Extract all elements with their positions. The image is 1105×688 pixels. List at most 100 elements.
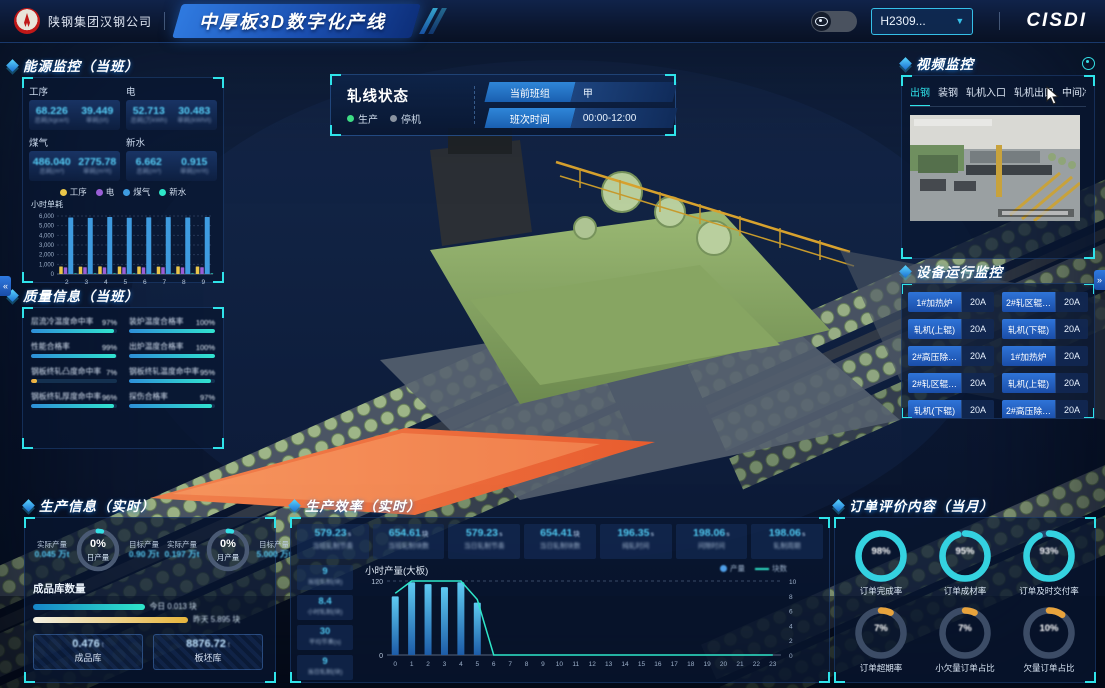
equipment-cell-4: 2#高压除…20A <box>908 346 994 366</box>
corner-bracket <box>290 517 301 528</box>
cisdi-logo: CISDI <box>1026 10 1087 32</box>
energy-value: 39.449 <box>75 105 121 117</box>
stat-value: 579.23s <box>448 527 520 539</box>
gauge-ring: 0%月产量 <box>204 526 252 574</box>
actual-label: 实际产量 <box>163 540 201 550</box>
equipment-label: 轧机(上辊) <box>908 319 961 339</box>
legend-item: 块数 <box>755 563 787 574</box>
svg-text:8: 8 <box>789 594 793 601</box>
video-tab-3[interactable]: 轧机出口 <box>1014 84 1054 102</box>
svg-text:2: 2 <box>789 638 793 645</box>
corner-bracket <box>665 74 676 85</box>
svg-text:22: 22 <box>753 661 761 668</box>
visibility-toggle[interactable] <box>811 11 857 32</box>
video-tab-0[interactable]: 出钢 <box>910 84 930 107</box>
efficiency-stat-1: 654.61块当班轧制块数 <box>373 524 445 559</box>
legend-dot <box>123 189 130 196</box>
energy-group-title: 电 <box>126 84 217 98</box>
donut-value: 95% <box>923 546 1007 557</box>
svg-text:14: 14 <box>621 661 629 668</box>
quality-bar-fill <box>129 329 215 333</box>
line-status-legend: 生产停机 <box>347 111 462 126</box>
camera-target-icon[interactable] <box>1082 57 1095 70</box>
quality-item-7: 探伤合格率97% <box>129 391 215 408</box>
corner-bracket <box>834 672 845 683</box>
svg-text:6: 6 <box>492 661 496 668</box>
svg-text:6: 6 <box>143 279 147 286</box>
corner-bracket <box>1085 517 1096 528</box>
hourly-output-chart-zone: 小时产量(大板) 产量块数 01200246810012345678910111… <box>361 565 823 680</box>
plan-select-dropdown[interactable]: H2309... ▼ <box>871 8 973 35</box>
svg-text:1: 1 <box>410 661 414 668</box>
quality-item-1: 装炉温度合格率100% <box>129 316 215 333</box>
legend-line <box>755 568 769 570</box>
gauge-percent: 0% <box>204 538 252 550</box>
hourly-chart-title: 小时产量(大板) <box>365 563 428 577</box>
corner-bracket <box>901 248 912 259</box>
order-donuts-bottom: 7%订单超期率7%小欠量订单占比10%欠量订单占比 <box>839 605 1091 676</box>
energy-group-1: 电52.713总耗(万kWh)30.483单耗(kWh/t) <box>126 84 217 130</box>
eye-icon <box>815 17 828 26</box>
energy-unit: 单耗(t/t) <box>75 117 121 124</box>
status-legend-item: 停机 <box>390 111 421 126</box>
energy-group-2: 煤气486.040总耗(m³)2775.78单耗(m³/t) <box>29 135 120 181</box>
target-value: 0.90 万t <box>125 549 163 560</box>
video-panel: 视频监控 出钢装钢轧机入口轧机出口中间冷电动辊 <box>901 54 1095 259</box>
status-dot <box>347 115 354 122</box>
equipment-label: 2#高压除… <box>908 346 961 366</box>
svg-text:17: 17 <box>671 661 679 668</box>
quality-item-5: 钢板终轧温度命中率95% <box>129 366 215 383</box>
energy-value: 2775.78 <box>75 156 121 168</box>
svg-text:7: 7 <box>162 279 166 286</box>
corner-bracket <box>1085 672 1096 683</box>
warehouse-stats: 0.476t成品库8876.72t板坯库 <box>33 634 267 670</box>
inventory-bar-label: 今日 0.013 块 <box>150 601 197 612</box>
svg-text:1,000: 1,000 <box>39 262 55 268</box>
svg-text:2,000: 2,000 <box>39 253 55 259</box>
shift-row-0: 当前班组甲 <box>485 82 678 102</box>
panel-title: 订单评价内容（当月） <box>849 495 994 515</box>
quality-label: 层流冷温度命中率 <box>31 316 93 327</box>
side-stat-3: 9当日轧制(块) <box>297 655 353 680</box>
stat-label: 当日轧制节奏 <box>448 540 520 550</box>
store-label: 成品库 <box>34 651 142 664</box>
corner-bracket <box>1084 75 1095 86</box>
corner-bracket <box>819 672 830 683</box>
equipment-value: 20A <box>1055 346 1088 366</box>
svg-text:10: 10 <box>556 661 564 668</box>
left-collapse-handle[interactable]: « <box>0 276 11 296</box>
camera-feed[interactable] <box>910 115 1080 221</box>
corner-bracket <box>290 672 301 683</box>
corner-bracket <box>213 77 224 88</box>
stat-value: 654.41块 <box>524 527 596 539</box>
production-gauge-1: 实际产量0.197 万t0%月产量目标产量5.000 万t <box>163 526 293 574</box>
side-stat-2: 30平均节奏(s) <box>297 625 353 650</box>
company-logo-icon <box>14 8 40 34</box>
legend-dot <box>60 189 67 196</box>
order-donuts-top: 98%订单完成率95%订单成材率93%订单及时交付率 <box>839 528 1091 599</box>
quality-bar-fill <box>31 379 37 383</box>
quality-label: 钢板终轧温度命中率 <box>129 366 199 377</box>
inventory-bar-fill <box>33 604 145 610</box>
quality-bar-fill <box>129 404 212 408</box>
energy-value: 0.915 <box>172 156 218 168</box>
legend-dot <box>96 189 103 196</box>
video-tab-2[interactable]: 轧机入口 <box>966 84 1006 102</box>
svg-text:11: 11 <box>572 661 579 668</box>
video-tab-4[interactable]: 中间冷 <box>1062 84 1086 102</box>
target-label: 目标产量 <box>125 540 163 550</box>
shift-info: 当前班组甲班次时间00:00-12:00 <box>487 82 675 128</box>
order-donut-top-1: 95%订单成材率 <box>923 528 1007 599</box>
svg-text:4: 4 <box>459 661 463 668</box>
quality-bar-fill <box>129 354 215 358</box>
right-collapse-handle[interactable]: » <box>1094 270 1105 290</box>
quality-item-0: 层流冷温度命中率97% <box>31 316 117 333</box>
side-stat-label: 小时轧制(块) <box>297 607 353 616</box>
equipment-cell-8: 轧机(下辊)20A <box>908 400 994 419</box>
diamond-icon <box>22 499 35 512</box>
corner-bracket <box>24 517 35 528</box>
video-tab-1[interactable]: 装钢 <box>938 84 958 102</box>
efficiency-stat-0: 579.23s当班轧制节奏 <box>297 524 369 559</box>
corner-bracket <box>901 75 912 86</box>
corner-bracket <box>213 438 224 449</box>
